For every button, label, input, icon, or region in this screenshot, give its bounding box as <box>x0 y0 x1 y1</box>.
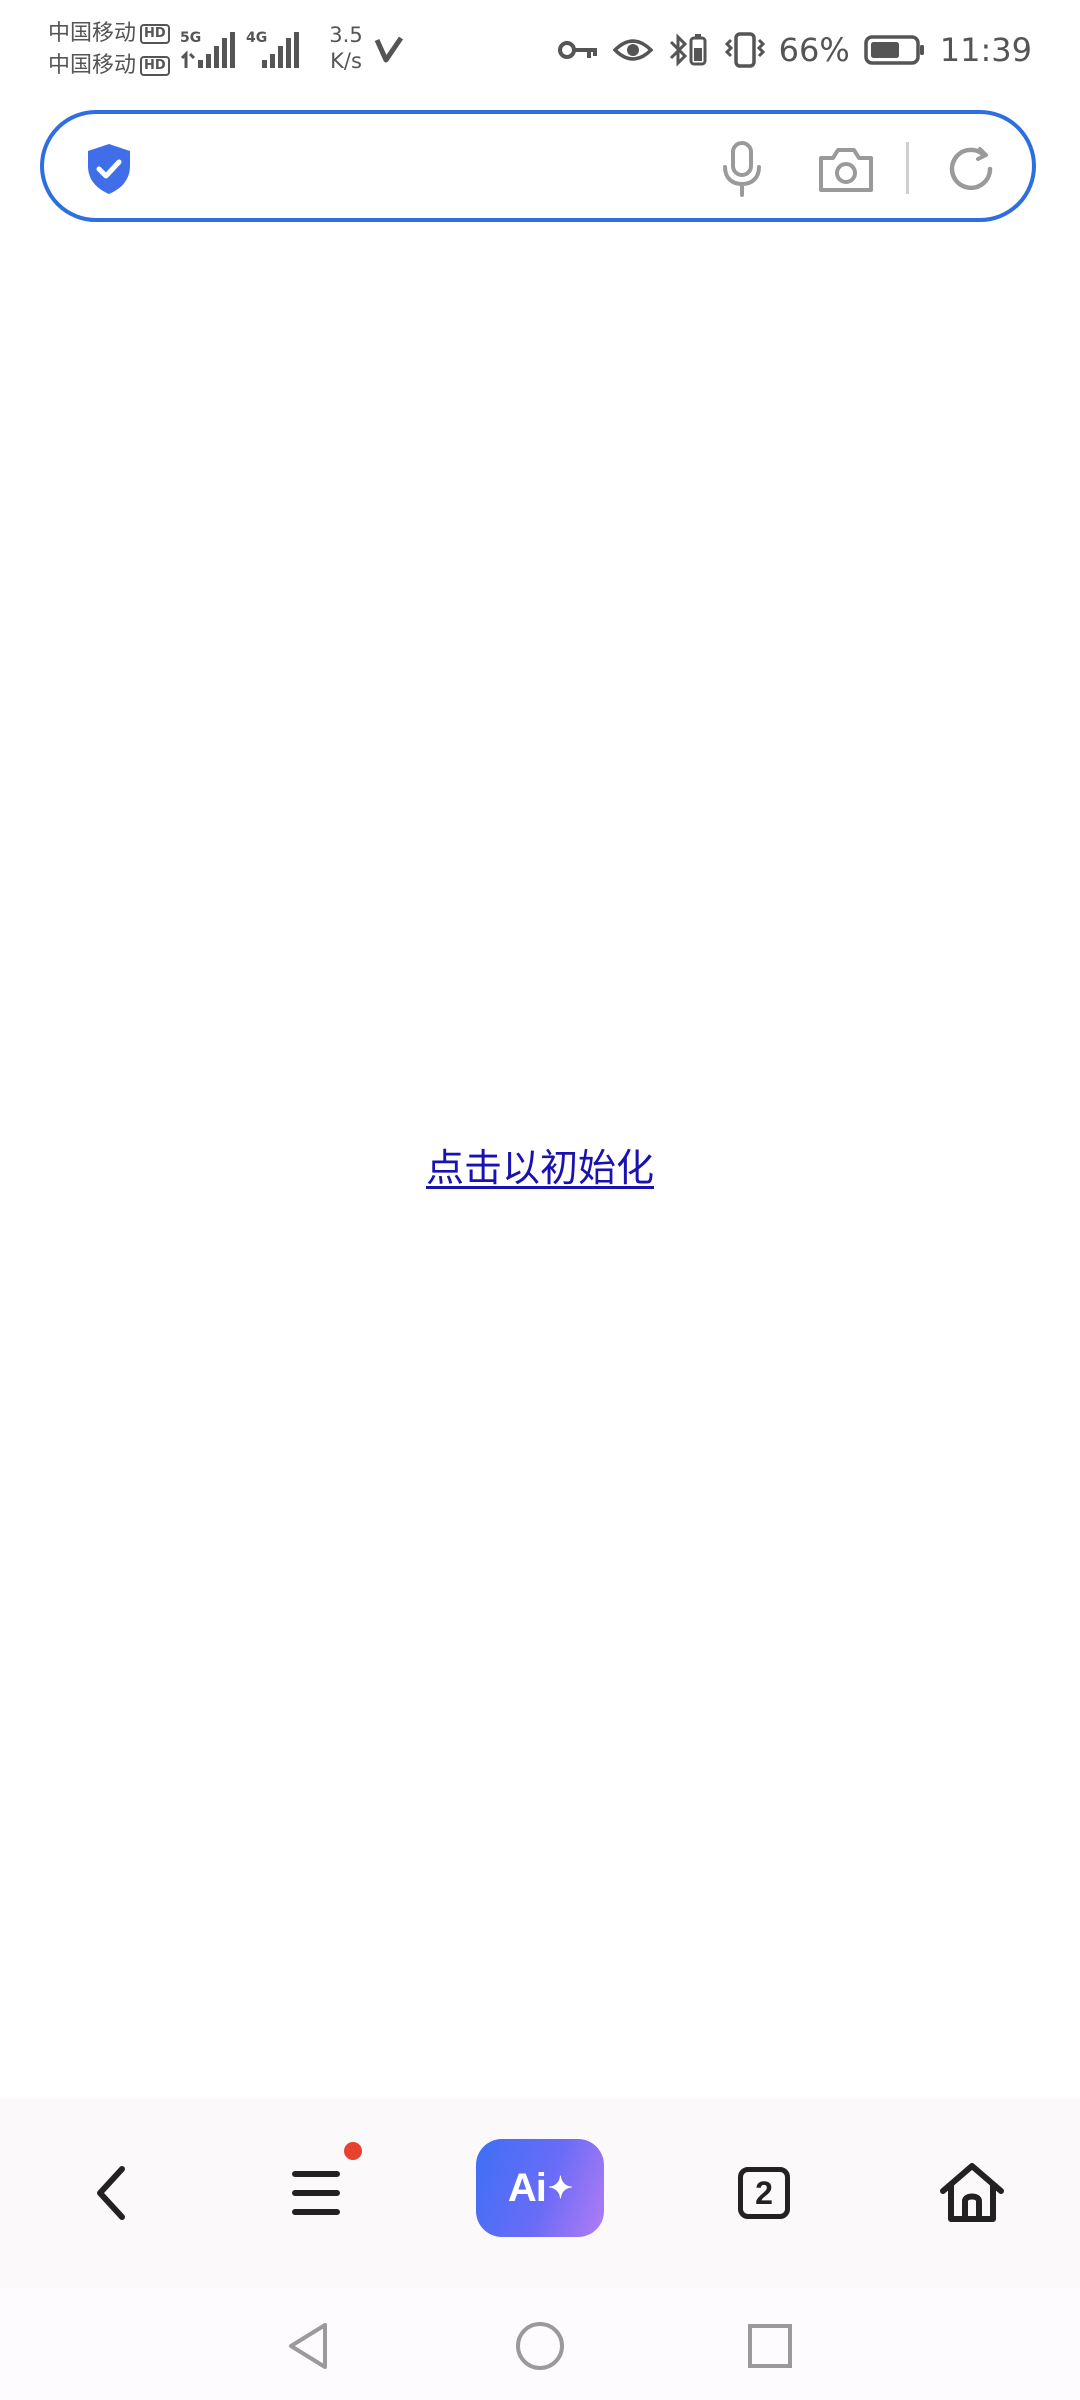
system-nav-bar <box>0 2288 1080 2400</box>
nav-home-button[interactable] <box>500 2306 580 2386</box>
search-divider <box>906 142 909 194</box>
home-button[interactable] <box>912 2098 1032 2288</box>
nav-back-icon <box>289 2323 327 2369</box>
tabs-button[interactable]: 2 <box>704 2098 824 2288</box>
carrier-row-2: 中国移动 HD <box>48 50 178 82</box>
back-button[interactable] <box>50 2098 170 2288</box>
init-link[interactable]: 点击以初始化 <box>0 1140 1080 1196</box>
eye-icon <box>612 39 653 61</box>
carrier-name-2: 中国移动 <box>48 53 137 78</box>
tabs-icon: 2 <box>738 2167 790 2219</box>
menu-icon <box>292 2171 340 2215</box>
hd-badge-1: HD <box>140 24 170 44</box>
clock: 11:39 <box>939 31 1032 69</box>
vibrate-icon <box>724 32 765 68</box>
nav-home-icon <box>516 2322 564 2370</box>
key-icon <box>557 41 597 59</box>
ai-spark-icon: ✦ <box>547 2171 573 2205</box>
signal-strength-icon-1 <box>180 32 235 68</box>
home-icon <box>940 2163 1004 2222</box>
search-input[interactable] <box>156 134 720 200</box>
mic-icon[interactable] <box>714 140 770 198</box>
carrier-name-1: 中国移动 <box>48 21 137 46</box>
nav-recents-icon <box>748 2324 792 2368</box>
hd-badge-2: HD <box>140 56 170 76</box>
nav-recents-button[interactable] <box>730 2306 810 2386</box>
search-bar[interactable] <box>40 110 1036 222</box>
bluetooth-battery-icon <box>669 33 707 67</box>
bottom-toolbar: Ai ✦ 2 <box>0 2098 1080 2288</box>
v-app-icon <box>374 36 404 63</box>
camera-icon[interactable] <box>816 144 876 194</box>
ai-assistant-button[interactable]: Ai ✦ <box>476 2139 604 2237</box>
signal-strength-icon-2 <box>262 32 299 68</box>
network-speed-value: 3.5 <box>329 23 363 47</box>
back-icon <box>97 2166 125 2220</box>
carrier-info: 中国移动 HD 中国移动 HD <box>48 18 178 82</box>
carrier-row-1: 中国移动 HD <box>48 18 178 50</box>
tab-count: 2 <box>755 2174 773 2211</box>
battery-percent: 66% <box>778 31 850 69</box>
battery-icon <box>864 35 924 65</box>
menu-button[interactable] <box>256 2098 376 2288</box>
shield-check-icon[interactable] <box>84 142 134 196</box>
ai-label: Ai <box>507 2165 547 2210</box>
nav-back-button[interactable] <box>268 2306 348 2386</box>
network-speed: 3.5 K/s <box>316 22 376 74</box>
status-bar: 中国移动 HD 中国移动 HD 5G 4G 3.5 K/s 66% 11:39 <box>0 0 1080 100</box>
status-icons-right: 66% 11:39 <box>557 22 1032 78</box>
notification-dot <box>344 2142 362 2160</box>
browser-screen: 中国移动 HD 中国移动 HD 5G 4G 3.5 K/s 66% 11:39 … <box>0 0 1080 2400</box>
network-speed-unit: K/s <box>330 49 362 73</box>
refresh-icon[interactable] <box>944 142 998 196</box>
